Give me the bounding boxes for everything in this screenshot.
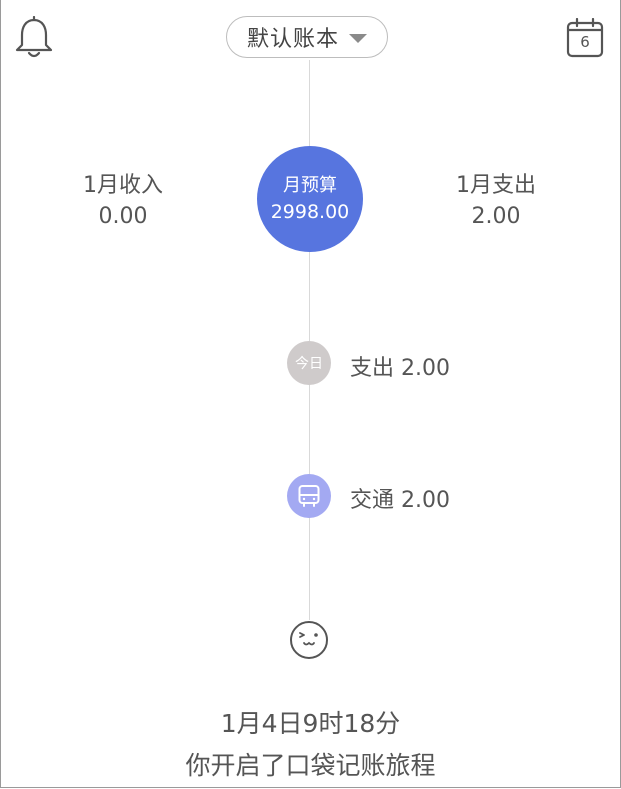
timeline-line: [309, 60, 310, 620]
today-badge-label: 今日: [295, 356, 323, 372]
journey-start-message: 你开启了口袋记账旅程: [185, 751, 436, 780]
budget-label: 月预算: [283, 175, 337, 196]
smile-face-icon: [289, 620, 329, 660]
calendar-day-number: 6: [580, 33, 590, 51]
bell-icon[interactable]: [14, 15, 54, 60]
monthly-expense: 1月支出 2.00: [416, 170, 576, 232]
income-value: 0.00: [98, 204, 148, 229]
book-name: 默认账本: [246, 27, 339, 52]
transport-record[interactable]: [287, 474, 331, 518]
bus-icon: [298, 485, 320, 507]
calendar-button[interactable]: 6: [565, 17, 605, 58]
transport-record-label[interactable]: 交通 2.00: [350, 482, 450, 514]
today-summary: 支出 2.00: [350, 356, 450, 381]
budget-value: 2998.00: [270, 201, 350, 223]
monthly-budget-button[interactable]: 月预算 2998.00: [257, 146, 363, 252]
book-selector-button[interactable]: 默认账本: [226, 16, 388, 58]
expense-label: 1月支出: [456, 173, 536, 198]
journey-start-time: 1月4日9时18分: [220, 709, 401, 738]
expense-value: 2.00: [471, 204, 521, 229]
income-label: 1月收入: [83, 173, 163, 198]
app-frame: [0, 0, 621, 788]
chevron-down-icon: [349, 33, 367, 43]
monthly-income: 1月收入 0.00: [43, 170, 203, 232]
today-badge: 今日: [287, 341, 331, 385]
